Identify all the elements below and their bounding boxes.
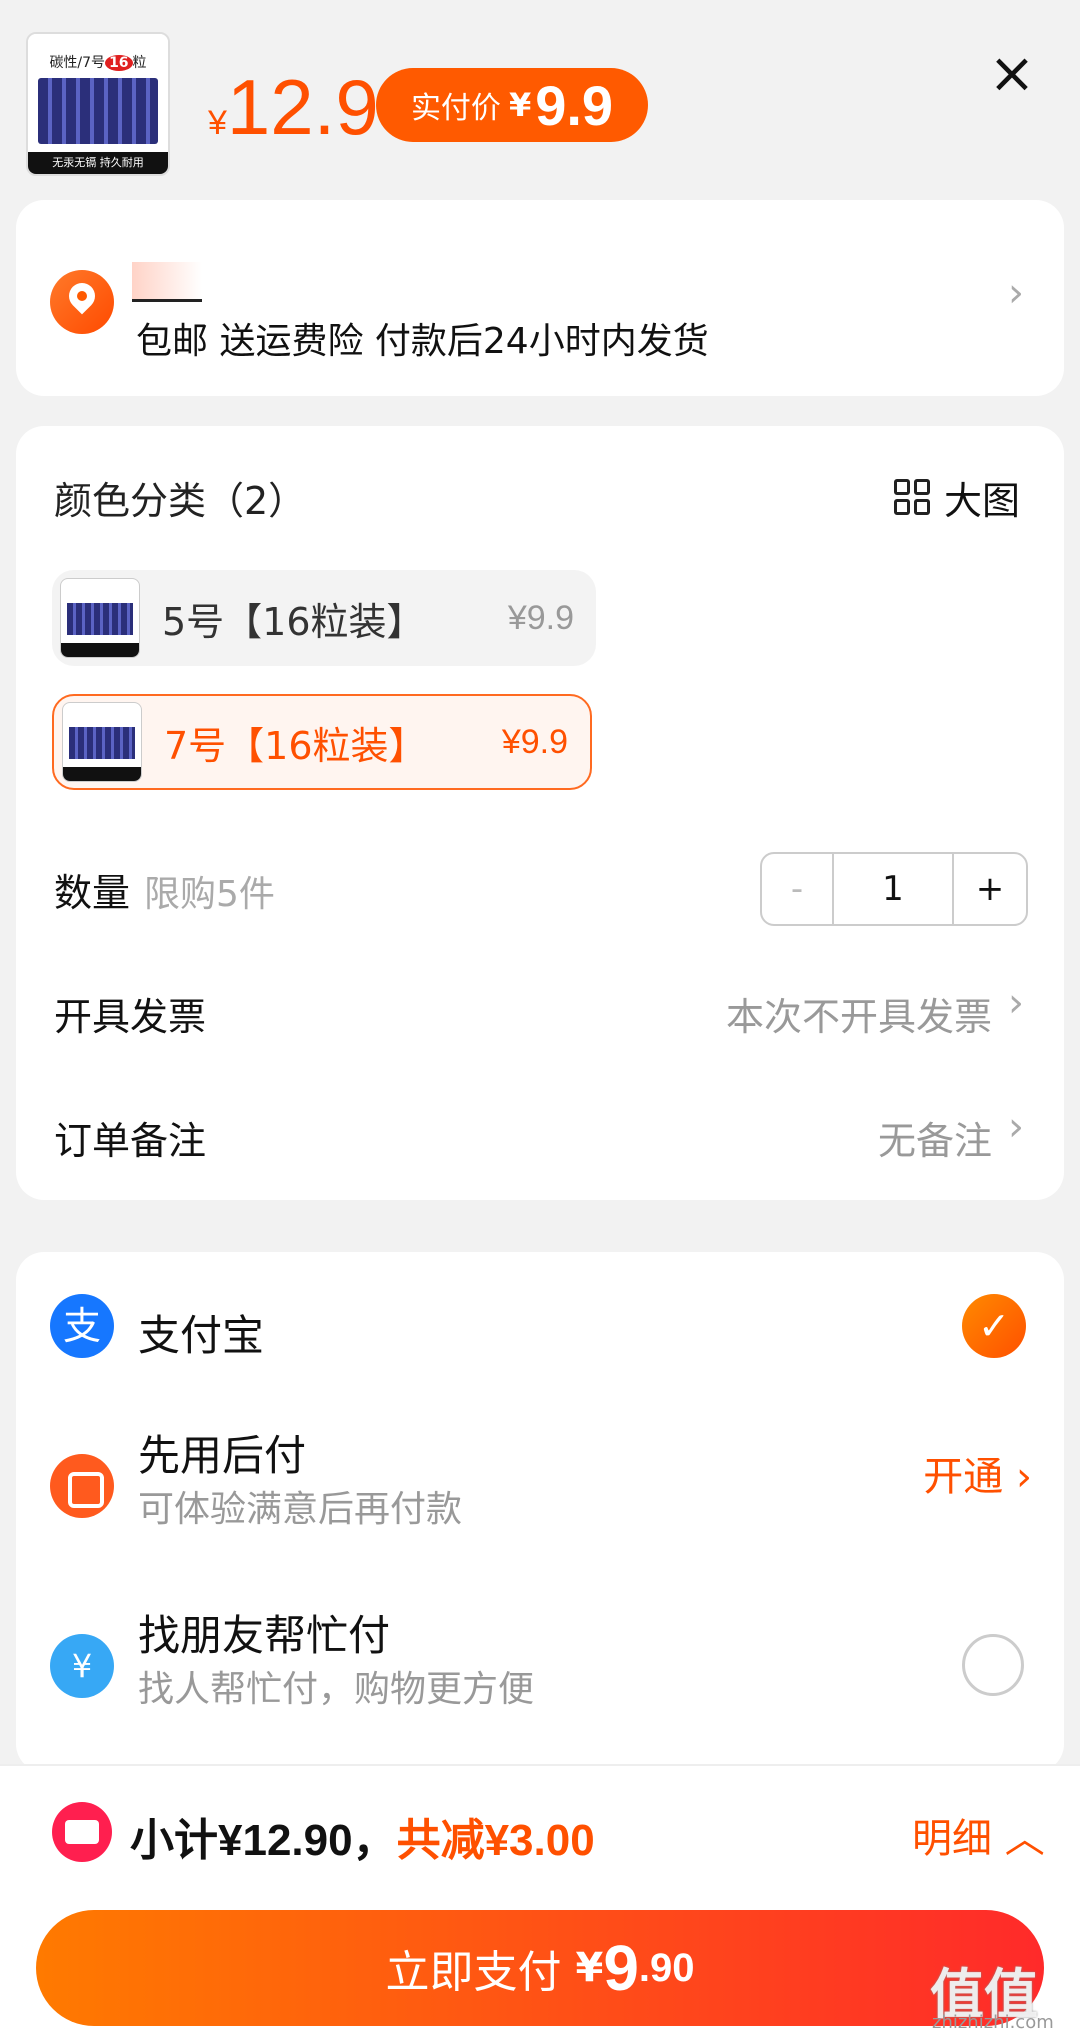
radio-button[interactable]: [962, 1634, 1024, 1696]
thumbnail-label-suffix: 粒: [132, 55, 147, 71]
option-label: 7号【16粒装】: [164, 723, 427, 768]
actual-price-currency: ¥: [508, 86, 532, 124]
address-card[interactable]: 包邮 送运费险 付款后24小时内发货 ›: [16, 200, 1064, 396]
pay-now-decimal: .90: [638, 1945, 695, 1990]
payment-name: 找朋友帮忙付: [138, 1611, 391, 1660]
chevron-right-icon: ›: [1008, 1104, 1024, 1150]
close-icon[interactable]: ×: [988, 46, 1036, 102]
order-sheet: 碳性/7号 16 粒 无汞无镉 持久耐用 ¥12.9 实付价 ¥ 9.9 × 包邮 …: [0, 0, 1080, 2040]
actual-price-value: 9.9: [535, 73, 614, 137]
spec-option-aaa[interactable]: 7号【16粒装】 ¥9.9: [52, 694, 592, 790]
big-image-label: 大图: [944, 479, 1021, 523]
thumbnail-label-prefix: 碳性/7号: [49, 55, 106, 71]
coupon-icon: [52, 1802, 112, 1862]
actual-price-label: 实付价: [410, 91, 501, 126]
price-currency: ¥: [208, 104, 227, 142]
option-thumbnail: [60, 578, 140, 658]
discount-amount: 共减¥3.00: [396, 1816, 595, 1865]
payment-method-friend-pay[interactable]: ¥ 找朋友帮忙付 找人帮忙付，购物更方便: [16, 1582, 1064, 1732]
payment-desc: 可体验满意后再付款: [138, 1489, 463, 1530]
quantity-input[interactable]: 1: [834, 854, 954, 924]
thumbnail-brand: [28, 34, 168, 52]
actual-price-pill: 实付价 ¥ 9.9: [376, 68, 648, 142]
chevron-right-icon: ›: [1008, 980, 1024, 1026]
thumbnail-label: 碳性/7号 16 粒: [28, 52, 168, 74]
chevron-right-icon: ›: [1008, 270, 1024, 316]
quantity-limit: 限购5件: [144, 874, 275, 915]
address-redacted: [132, 262, 202, 302]
option-thumbnail: [62, 702, 142, 782]
option-label: 5号【16粒装】: [162, 599, 425, 644]
activate-link[interactable]: 开通 ›: [923, 1444, 1032, 1502]
payment-name: 先用后付: [138, 1431, 307, 1480]
detail-toggle[interactable]: 明细 ︿: [912, 1806, 1045, 1864]
original-price: ¥12.9: [208, 62, 379, 153]
pay-now-currency: ¥: [575, 1945, 604, 1991]
order-note-label: 订单备注: [54, 1119, 207, 1163]
quantity-label: 数量: [54, 871, 131, 915]
detail-label: 明细: [912, 1816, 992, 1862]
product-thumbnail[interactable]: 碳性/7号 16 粒 无汞无镉 持久耐用: [26, 32, 170, 176]
invoice-label: 开具发票: [54, 995, 207, 1039]
thumbnail-label-num: 16: [105, 55, 133, 71]
pay-now-button[interactable]: 立即支付 ¥ 9 .90: [36, 1910, 1044, 2026]
order-note-value[interactable]: 无备注: [878, 1110, 992, 1165]
invoice-value[interactable]: 本次不开具发票: [726, 986, 992, 1041]
shopping-bag-icon: [50, 1454, 114, 1518]
grid-icon: [894, 478, 932, 517]
color-category-title: 颜色分类（2）: [54, 479, 307, 523]
alipay-icon: 支: [50, 1294, 114, 1358]
pay-now-integer: 9: [603, 1932, 639, 2004]
checkout-bar: 小计¥12.90，共减¥3.00 明细 ︿ 立即支付 ¥ 9 .90: [0, 1764, 1080, 2040]
battery-image: [38, 78, 158, 144]
quantity-row: 数量 限购5件: [54, 862, 275, 917]
big-image-button[interactable]: 大图: [894, 470, 1020, 525]
option-price: ¥9.9: [501, 722, 568, 761]
subtotal-text: 小计¥12.90，共减¥3.00: [130, 1804, 595, 1868]
payment-desc: 找人帮忙付，购物更方便: [138, 1669, 535, 1710]
header: 碳性/7号 16 粒 无汞无镉 持久耐用 ¥12.9 实付价 ¥ 9.9 ×: [0, 0, 1080, 200]
thumbnail-foot: 无汞无镉 持久耐用: [28, 152, 168, 174]
spec-card: 颜色分类（2） 大图 5号【16粒装】 ¥9.9 7号【16粒装】 ¥9.9 数…: [16, 426, 1064, 1200]
price-value: 12.9: [226, 63, 379, 151]
subtotal-amount: 小计¥12.90，: [130, 1816, 397, 1865]
increment-button[interactable]: +: [954, 854, 1026, 924]
payment-card: 支 支付宝 ✓ 先用后付 可体验满意后再付款 开通 › ¥ 找朋友帮忙付 找人帮…: [16, 1252, 1064, 1772]
payment-method-alipay[interactable]: 支 支付宝 ✓: [16, 1252, 1064, 1402]
chevron-up-icon: ︿: [1004, 1816, 1045, 1862]
checked-icon[interactable]: ✓: [962, 1294, 1026, 1358]
watermark-url: zhizhizhi.com: [932, 2012, 1054, 2033]
payment-method-pay-later[interactable]: 先用后付 可体验满意后再付款 开通 ›: [16, 1402, 1064, 1552]
activate-label: 开通: [923, 1454, 1004, 1500]
quantity-stepper: - 1 +: [760, 852, 1028, 926]
location-pin-icon: [50, 270, 114, 334]
option-price: ¥9.9: [507, 598, 574, 637]
decrement-button[interactable]: -: [762, 854, 834, 924]
payment-name: 支付宝: [138, 1311, 265, 1360]
spec-option-aa[interactable]: 5号【16粒装】 ¥9.9: [52, 570, 596, 666]
friend-pay-icon: ¥: [50, 1634, 114, 1698]
shipping-info: 包邮 送运费险 付款后24小时内发货: [136, 321, 709, 362]
pay-now-label: 立即支付: [385, 1947, 562, 1998]
